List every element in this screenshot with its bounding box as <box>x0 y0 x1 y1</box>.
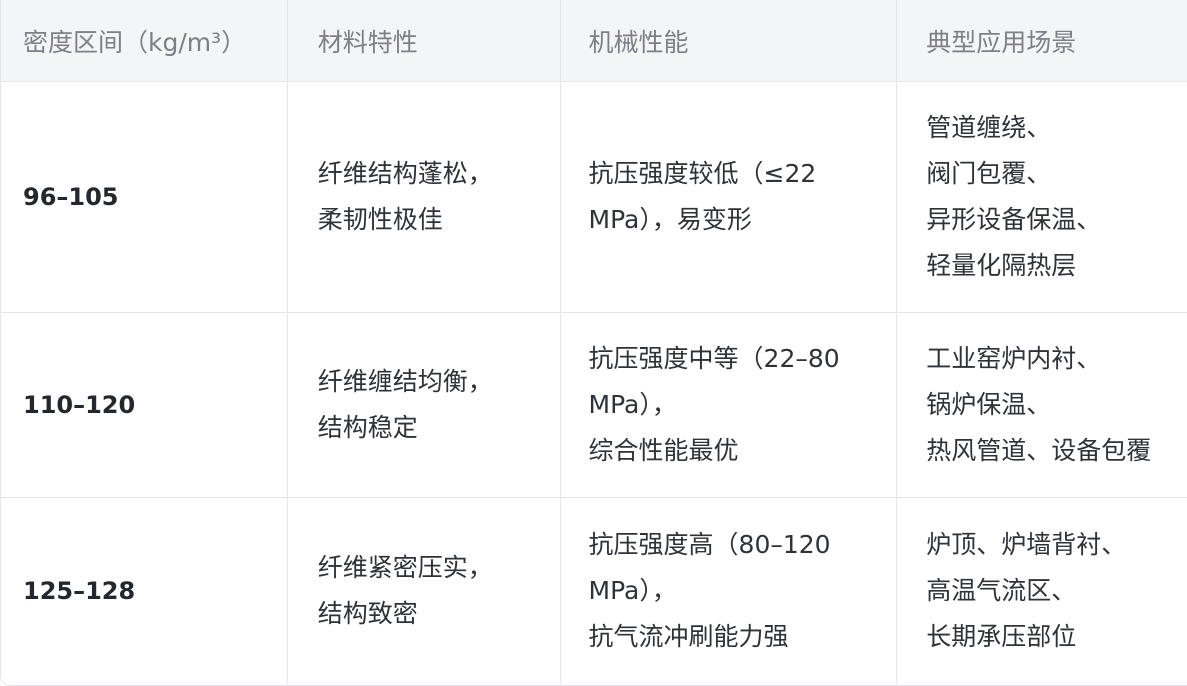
applications-line: 高温气流区、 <box>926 576 1077 605</box>
properties-cell: 纤维结构蓬松， 柔韧性极佳 <box>288 82 561 312</box>
header-density-label: 密度区间（kg/m³） <box>23 27 247 57</box>
mechanical-line: 抗气流冲刷能力强 <box>588 622 789 651</box>
applications-line: 锅炉保温、 <box>926 390 1052 419</box>
table-row: 125–128 纤维紧密压实， 结构致密 抗压强度高（80–120 MPa）， … <box>1 498 1187 684</box>
applications-line: 异形设备保温、 <box>926 205 1102 234</box>
header-cell-properties: 材料特性 <box>288 0 561 81</box>
header-cell-mechanical: 机械性能 <box>561 0 898 81</box>
header-applications-label: 典型应用场景 <box>926 27 1077 57</box>
header-properties-label: 材料特性 <box>317 27 418 57</box>
table-header-row: 密度区间（kg/m³） 材料特性 机械性能 典型应用场景 <box>1 0 1187 82</box>
table-row: 96–105 纤维结构蓬松， 柔韧性极佳 抗压强度较低（≤22 MPa），易变形… <box>1 82 1187 313</box>
header-mechanical-label: 机械性能 <box>588 27 689 57</box>
applications-line: 长期承压部位 <box>926 622 1077 651</box>
applications-line: 工业窑炉内衬、 <box>926 344 1102 373</box>
properties-line: 纤维缠结均衡， <box>317 367 493 396</box>
applications-cell: 工业窑炉内衬、 锅炉保温、 热风管道、设备包覆 <box>897 313 1187 497</box>
density-cell: 96–105 <box>1 82 288 312</box>
properties-line: 纤维结构蓬松， <box>317 159 493 188</box>
mechanical-line: 抗压强度中等（22–80 <box>588 344 840 373</box>
density-value: 96–105 <box>23 183 119 211</box>
mechanical-line: MPa），易变形 <box>588 205 752 234</box>
properties-cell: 纤维紧密压实， 结构致密 <box>288 498 561 684</box>
applications-cell: 炉顶、炉墙背衬、 高温气流区、 长期承压部位 <box>897 498 1187 684</box>
applications-cell: 管道缠绕、 阀门包覆、 异形设备保温、 轻量化隔热层 <box>897 82 1187 312</box>
table-row: 110–120 纤维缠结均衡， 结构稳定 抗压强度中等（22–80 MPa）， … <box>1 313 1187 498</box>
density-table: 密度区间（kg/m³） 材料特性 机械性能 典型应用场景 96–105 纤维结构… <box>0 0 1187 686</box>
applications-line: 管道缠绕、 <box>926 113 1052 142</box>
density-value: 125–128 <box>23 577 136 605</box>
applications-line: 炉顶、炉墙背衬、 <box>926 530 1127 559</box>
header-cell-applications: 典型应用场景 <box>897 0 1187 81</box>
properties-line: 结构稳定 <box>317 413 418 442</box>
mechanical-line: MPa）， <box>588 390 677 419</box>
header-cell-density: 密度区间（kg/m³） <box>1 0 288 81</box>
applications-line: 阀门包覆、 <box>926 159 1052 188</box>
density-value: 110–120 <box>23 391 136 419</box>
properties-line: 柔韧性极佳 <box>317 205 443 234</box>
mechanical-line: MPa）， <box>588 576 677 605</box>
mechanical-cell: 抗压强度中等（22–80 MPa）， 综合性能最优 <box>561 313 898 497</box>
properties-line: 结构致密 <box>317 599 418 628</box>
mechanical-line: 综合性能最优 <box>588 436 739 465</box>
mechanical-cell: 抗压强度高（80–120 MPa）， 抗气流冲刷能力强 <box>561 498 898 684</box>
density-cell: 125–128 <box>1 498 288 684</box>
properties-line: 纤维紧密压实， <box>317 553 493 582</box>
mechanical-line: 抗压强度较低（≤22 <box>588 159 817 188</box>
properties-cell: 纤维缠结均衡， 结构稳定 <box>288 313 561 497</box>
mechanical-line: 抗压强度高（80–120 <box>588 530 831 559</box>
density-cell: 110–120 <box>1 313 288 497</box>
mechanical-cell: 抗压强度较低（≤22 MPa），易变形 <box>561 82 898 312</box>
applications-line: 热风管道、设备包覆 <box>926 436 1152 465</box>
applications-line: 轻量化隔热层 <box>926 251 1077 280</box>
